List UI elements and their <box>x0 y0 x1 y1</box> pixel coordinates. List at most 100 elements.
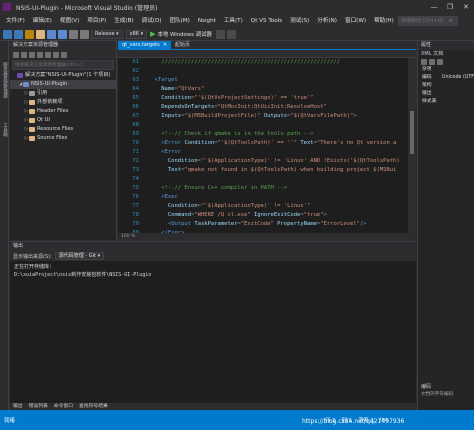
menu-item[interactable]: 文件(F) <box>2 14 29 28</box>
solution-search-input[interactable] <box>13 62 113 70</box>
quick-launch-input[interactable] <box>399 18 449 24</box>
tree-item[interactable]: 解决方案"NSIS-UI-Plugin"(1 个项目) <box>10 71 116 80</box>
toolbox-tab[interactable]: 工具箱 <box>0 119 9 141</box>
undo-icon[interactable] <box>69 29 78 39</box>
save-all-icon[interactable] <box>58 29 67 39</box>
code-line[interactable] <box>148 121 408 130</box>
redo-icon[interactable] <box>80 29 89 39</box>
menu-item[interactable]: 调试(D) <box>138 14 166 28</box>
home-icon[interactable] <box>29 51 35 58</box>
code-line[interactable]: Condition="'$(QtVsProjectSettings)' == '… <box>148 94 408 103</box>
code-line[interactable]: Text="qmake not found in $(QtToolsPath) … <box>148 166 408 175</box>
properties-icon[interactable] <box>61 51 67 58</box>
start-debugging-button[interactable]: 本地 Windows 调试器 <box>157 30 211 38</box>
output-source-dropdown[interactable]: 源代码管理 - Git ▾ <box>54 252 105 260</box>
editor-zoom[interactable]: 100 % <box>118 233 416 240</box>
code-line[interactable]: Name="QtVars" <box>148 85 408 94</box>
tree-item[interactable]: ◢ NSIS-UI-Plugin <box>10 80 116 89</box>
bottom-tab[interactable]: 查找符号结果 <box>76 403 111 410</box>
menu-item[interactable]: 团队(M) <box>165 14 193 28</box>
back-icon[interactable] <box>13 51 19 58</box>
tree-item[interactable]: ▷ Resource Files <box>10 125 116 134</box>
quick-launch[interactable]: ⌕ <box>398 16 458 26</box>
tree-item[interactable]: ▷ 引用 <box>10 89 116 98</box>
code-line[interactable]: Condition="'$(ApplicationType)' != 'Linu… <box>148 202 408 211</box>
code-line[interactable]: Inputs="$(MSBuildProjectFile)" Outputs="… <box>148 112 408 121</box>
code-line[interactable]: ////////////////////////////////////////… <box>148 58 408 67</box>
property-value[interactable] <box>442 98 474 106</box>
start-debugging-icon[interactable]: ▶ <box>150 30 155 38</box>
property-value[interactable]: Unicode (UTF-8) <box>442 74 474 82</box>
menu-item[interactable]: 项目(P) <box>83 14 110 28</box>
collapse-all-icon[interactable] <box>53 51 59 58</box>
code-area[interactable]: 61 62 63 64 65 66 67 68 69 70 71 72 73 74 75 76 77 78 79 80… <box>118 58 416 233</box>
document-tab[interactable]: 起始页 <box>171 41 197 49</box>
toolbar-extra-icon[interactable] <box>215 29 225 39</box>
forward-icon[interactable] <box>21 51 27 58</box>
forward-icon[interactable] <box>14 29 23 39</box>
property-value[interactable] <box>442 90 474 98</box>
menu-item[interactable]: 窗口(W) <box>341 14 370 28</box>
property-value[interactable] <box>442 82 474 90</box>
code-line[interactable]: <Error <box>148 148 408 157</box>
code-line[interactable]: DependsOnTargets="QtMocInit;QtUicInit;Re… <box>148 103 408 112</box>
output-text[interactable]: 正在打开存储库: D:\xuiaProject\nsis制作安装包软件\NSIS-… <box>10 261 416 404</box>
property-row[interactable]: 架构 <box>418 82 474 90</box>
alphabetical-icon[interactable] <box>429 59 435 65</box>
property-row[interactable]: 样式表 <box>418 98 474 106</box>
bottom-tab[interactable]: 输出 <box>10 403 26 410</box>
code-line[interactable]: <!--// Ensure C++ compiler in PATH --> <box>148 184 408 193</box>
configuration-dropdown[interactable]: Release ▾ <box>91 29 123 39</box>
menu-item[interactable]: 帮助(H) <box>370 14 398 28</box>
menu-item[interactable]: Qt VS Tools <box>247 14 286 28</box>
code-line[interactable]: <Error Condition="'$(QtToolsPath)' == ''… <box>148 139 408 148</box>
close-tab-icon[interactable]: ✕ <box>163 42 167 48</box>
menu-item[interactable]: 视图(V) <box>56 14 83 28</box>
close-button[interactable]: ✕ <box>458 0 474 14</box>
save-icon[interactable] <box>47 29 56 39</box>
code-lines[interactable]: ////////////////////////////////////////… <box>148 58 408 233</box>
property-row[interactable]: 杂项 <box>418 66 474 74</box>
code-line[interactable]: <Output TaskParameter="ExitCode" Propert… <box>148 220 408 229</box>
code-line[interactable]: Condition="'$(ApplicationType)' != 'Linu… <box>148 157 408 166</box>
tree-item[interactable]: ▷ Qt UI <box>10 116 116 125</box>
bottom-tab[interactable]: 错误列表 <box>26 403 51 410</box>
minimize-button[interactable]: — <box>426 0 442 14</box>
tree-item[interactable]: ▷ 外部依赖项 <box>10 98 116 107</box>
server-explorer-tab[interactable]: 服务器资源管理器 <box>0 45 9 115</box>
editor-scroll-thumb[interactable] <box>410 110 414 155</box>
property-pages-icon[interactable] <box>437 59 443 65</box>
back-icon[interactable] <box>3 29 12 39</box>
menu-item[interactable]: 工具(T) <box>220 14 247 28</box>
properties-subject[interactable]: XML 文档 <box>418 50 474 58</box>
code-line[interactable]: <Exec <box>148 193 408 202</box>
bottom-tab[interactable]: 命令窗口 <box>51 403 76 410</box>
categorized-icon[interactable] <box>421 59 427 65</box>
new-project-icon[interactable] <box>25 29 34 39</box>
toolbar-extra-icon-2[interactable] <box>226 29 236 39</box>
sync-icon[interactable] <box>37 51 43 58</box>
property-row[interactable]: 输出 <box>418 90 474 98</box>
code-line[interactable] <box>148 67 408 76</box>
menu-item[interactable]: Nsight <box>194 14 220 28</box>
menu-item[interactable]: 编辑(E) <box>29 14 56 28</box>
menu-item[interactable]: 测试(S) <box>286 14 313 28</box>
code-line[interactable]: Command="WHERE /Q cl.exe" IgnoreExitCode… <box>148 211 408 220</box>
tree-item[interactable]: ▷ Header Files <box>10 107 116 116</box>
menu-item[interactable]: 生成(B) <box>110 14 137 28</box>
code-line[interactable] <box>148 175 408 184</box>
code-line[interactable]: <!--// Check if qmake is in the tools pa… <box>148 130 408 139</box>
menu-item[interactable]: 分析(N) <box>313 14 341 28</box>
code-line[interactable]: <Target <box>148 76 408 85</box>
solution-search-box[interactable] <box>12 60 114 70</box>
property-row[interactable]: 编码 Unicode (UTF-8) <box>418 74 474 82</box>
editor-vertical-scrollbar[interactable] <box>408 58 416 233</box>
open-folder-icon[interactable] <box>36 29 45 39</box>
document-tab[interactable]: qt_vars.targets ✕ <box>118 41 171 49</box>
platform-dropdown[interactable]: x86 ▾ <box>125 29 148 39</box>
refresh-icon[interactable] <box>45 51 51 58</box>
tree-item[interactable]: ▷ Source Files <box>10 134 116 143</box>
maximize-button[interactable]: ❐ <box>442 0 458 14</box>
search-icon[interactable]: ⌕ <box>449 17 452 25</box>
property-value[interactable] <box>442 66 474 74</box>
